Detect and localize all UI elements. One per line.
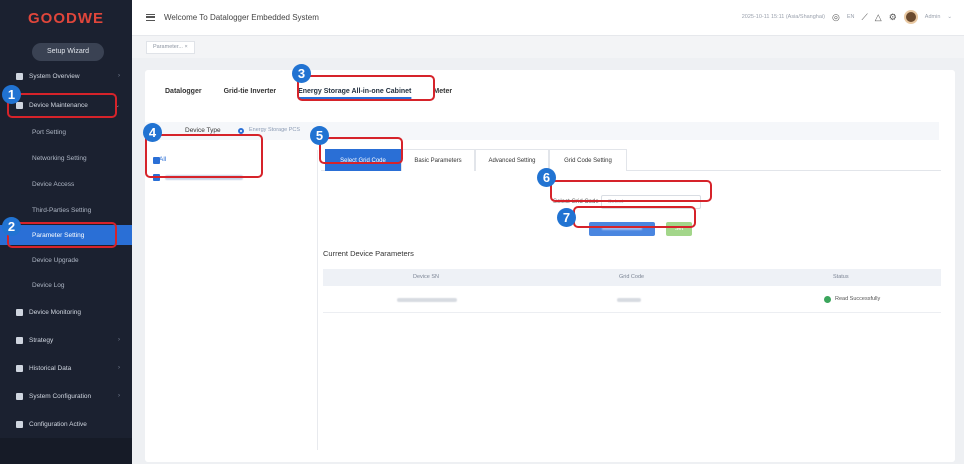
user-name[interactable]: Admin	[925, 14, 941, 20]
menu-label: System Configuration	[29, 392, 92, 400]
callout-badge-6: 6	[537, 168, 556, 187]
goodwe-logo: GOODWE	[28, 10, 104, 27]
th-status: Status	[833, 274, 849, 280]
panel-divider	[317, 150, 318, 450]
callout-3	[297, 75, 435, 101]
top-bar: Welcome To Datalogger Embedded System 20…	[132, 0, 964, 36]
main-card: Datalogger Grid-tie Inverter Energy Stor…	[145, 70, 955, 462]
close-icon[interactable]: ×	[185, 44, 188, 50]
chart-icon	[16, 364, 23, 372]
submenu-port-setting[interactable]: Port Setting	[0, 122, 132, 142]
chevron-right-icon: ›	[118, 337, 120, 343]
callout-6	[550, 180, 712, 202]
submenu-third-parties-setting[interactable]: Third-Parties Setting	[0, 200, 132, 220]
page-tab-label: Parameter...	[153, 44, 183, 50]
callout-4	[145, 134, 263, 178]
callout-1	[7, 93, 117, 118]
chevron-right-icon: ›	[118, 73, 120, 79]
menu-label: Historical Data	[29, 364, 72, 372]
menu-strategy[interactable]: Strategy ›	[0, 330, 132, 350]
tab-meter[interactable]: Meter	[433, 88, 452, 95]
config-icon	[16, 420, 23, 428]
dashboard-icon	[16, 72, 23, 80]
datetime-text: 2025-10-11 15:11 (Asia/Shanghai)	[741, 14, 825, 20]
menu-label: Strategy	[29, 336, 54, 344]
menu-label: Device Monitoring	[29, 308, 82, 316]
cell-device-sn	[397, 298, 457, 302]
settings-icon[interactable]: ⚙	[889, 12, 897, 23]
monitor-icon	[16, 308, 23, 316]
content-area: Datalogger Grid-tie Inverter Energy Stor…	[132, 58, 964, 464]
subtab-advanced-setting[interactable]: Advanced Setting	[475, 149, 549, 171]
menu-toggle-icon[interactable]	[146, 14, 155, 21]
menu-historical-data[interactable]: Historical Data ›	[0, 358, 132, 378]
subtab-grid-code-setting[interactable]: Grid Code Setting	[549, 149, 627, 171]
callout-badge-5: 5	[310, 126, 329, 145]
alarm-icon[interactable]: △	[875, 12, 882, 23]
top-right-tools: 2025-10-11 15:11 (Asia/Shanghai) ◎ EN ⟋ …	[742, 10, 952, 24]
signal-icon[interactable]: ⟋	[861, 12, 867, 23]
setup-wizard-button[interactable]: Setup Wizard	[32, 43, 104, 61]
submenu-networking-setting[interactable]: Networking Setting	[0, 148, 132, 168]
parameter-subtabs: Select Grid Code Basic Parameters Advanc…	[321, 149, 941, 171]
welcome-title: Welcome To Datalogger Embedded System	[164, 13, 319, 22]
cell-status: Read Successfully	[835, 296, 881, 302]
submenu-device-log[interactable]: Device Log	[0, 275, 132, 295]
tab-grid-tie-inverter[interactable]: Grid-tie Inverter	[224, 88, 277, 95]
device-type-label: Device Type	[185, 127, 221, 134]
language-text[interactable]: EN	[847, 14, 855, 20]
globe-icon[interactable]: ◎	[832, 12, 840, 23]
menu-system-configuration[interactable]: System Configuration ›	[0, 386, 132, 406]
gear-icon	[16, 392, 23, 400]
callout-badge-1: 1	[2, 85, 21, 104]
status-success-icon	[824, 296, 831, 303]
menu-configuration-active[interactable]: Configuration Active	[0, 414, 132, 434]
callout-2	[7, 222, 117, 248]
sidebar-footer	[0, 438, 132, 464]
callout-badge-4: 4	[143, 123, 162, 142]
callout-badge-2: 2	[2, 217, 21, 236]
chevron-down-icon[interactable]: ⌄	[947, 14, 952, 20]
row-divider	[323, 312, 941, 313]
subtab-basic-parameters[interactable]: Basic Parameters	[401, 149, 475, 171]
callout-5	[319, 137, 403, 164]
menu-system-overview[interactable]: System Overview ›	[0, 66, 132, 86]
avatar[interactable]	[903, 10, 918, 24]
callout-badge-7: 7	[557, 208, 576, 227]
chevron-right-icon: ›	[118, 393, 120, 399]
strategy-icon	[16, 336, 23, 344]
cell-grid-code	[617, 298, 641, 302]
submenu-device-upgrade[interactable]: Device Upgrade	[0, 250, 132, 270]
current-params-title: Current Device Parameters	[323, 249, 414, 258]
page-tab-strip: Parameter... ×	[132, 36, 964, 58]
callout-badge-3: 3	[292, 64, 311, 83]
menu-device-monitoring[interactable]: Device Monitoring	[0, 302, 132, 322]
chevron-right-icon: ›	[118, 365, 120, 371]
menu-label: System Overview	[29, 72, 80, 80]
page-tab-parameter[interactable]: Parameter... ×	[146, 41, 195, 54]
th-grid-code: Grid Code	[619, 274, 645, 280]
menu-label: Configuration Active	[29, 420, 87, 428]
callout-7	[573, 206, 696, 228]
device-type-value[interactable]: Energy Storage PCS	[249, 127, 300, 133]
th-device-sn: Device SN	[413, 274, 439, 280]
tab-datalogger[interactable]: Datalogger	[165, 88, 202, 95]
submenu-device-access[interactable]: Device Access	[0, 174, 132, 194]
